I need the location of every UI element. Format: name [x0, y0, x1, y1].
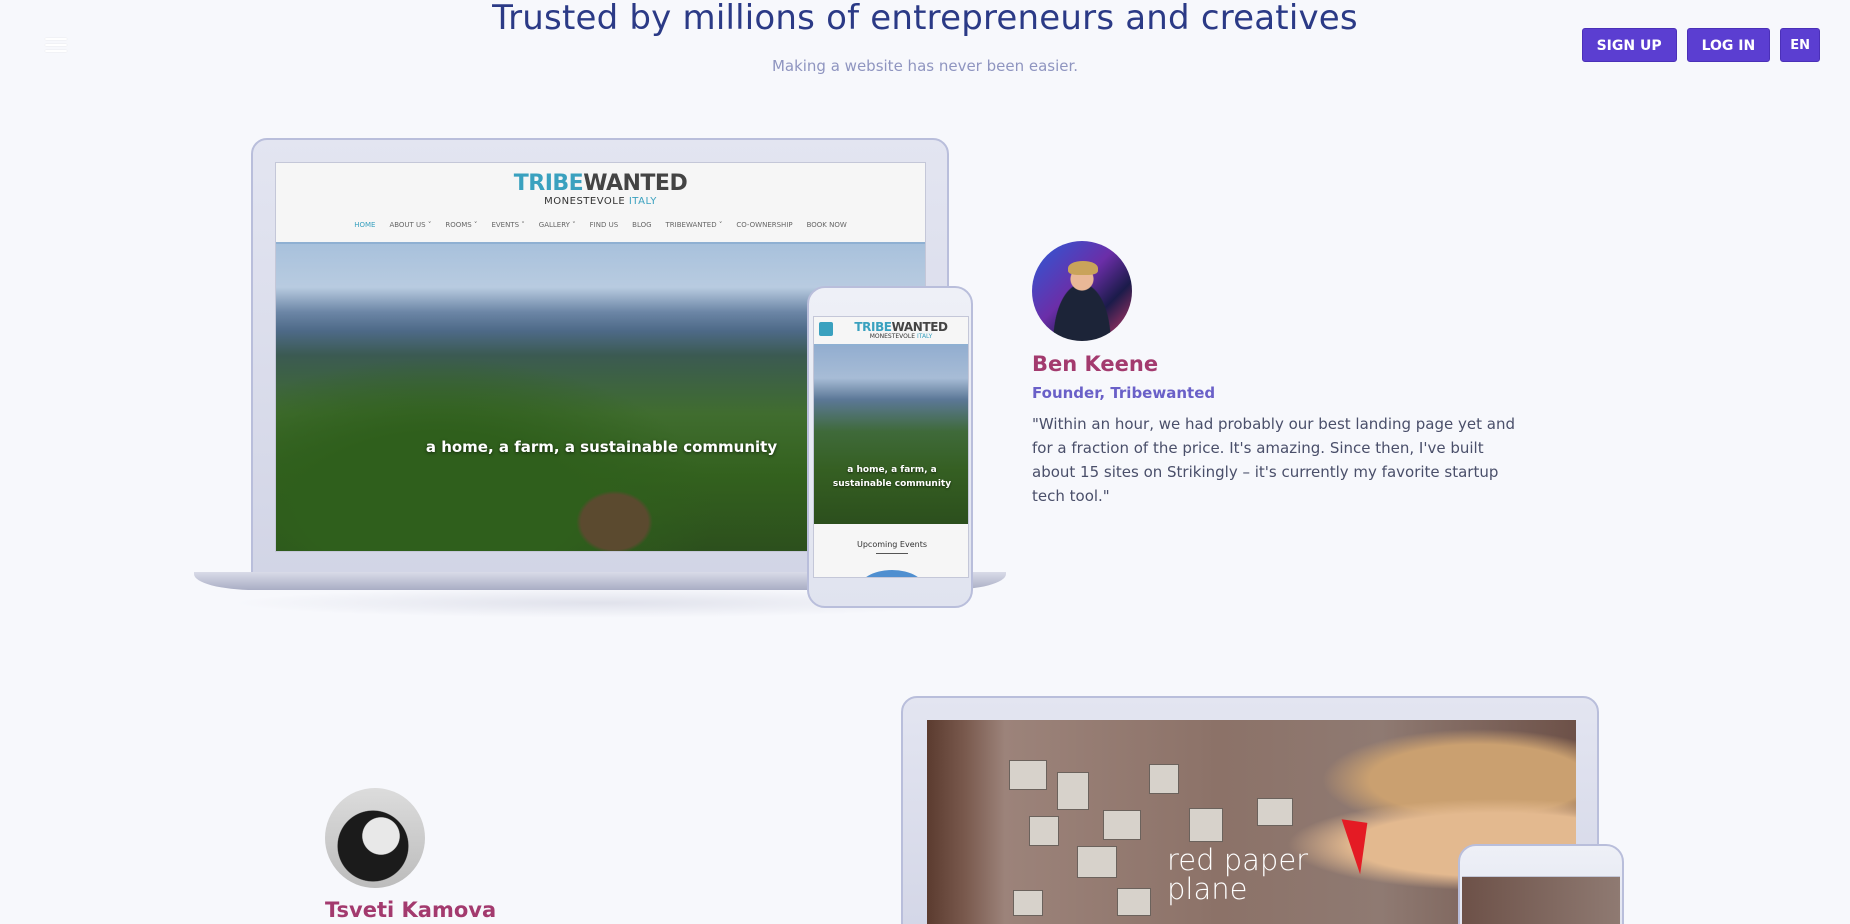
phone-screen	[1462, 876, 1620, 924]
mobile-hero-text: a home, a farm, a sustainable community	[832, 465, 952, 489]
site-nav: HOME ABOUT US ˅ ROOMS ˅ EVENTS ˅ GALLERY…	[276, 221, 925, 229]
mobile-circle-graphic	[858, 570, 926, 577]
signup-button[interactable]: SIGN UP	[1581, 28, 1677, 62]
site-nav-item: BOOK NOW	[806, 221, 847, 229]
avatar	[1032, 241, 1132, 341]
site-nav-item: TRIBEWANTED ˅	[665, 221, 723, 229]
site-logo-subtitle: MONESTEVOLE ITALY	[544, 196, 657, 207]
testimonial-role: Founder, Tribewanted	[1032, 384, 1216, 402]
site-nav-item: ABOUT US ˅	[389, 221, 432, 229]
testimonial-name: Tsveti Kamova	[325, 898, 497, 922]
phone-screen: TRIBEWANTED MONESTEVOLE ITALY a home, a …	[813, 316, 969, 578]
testimonial-name: Ben Keene	[1032, 352, 1159, 376]
site-brand-text: red paper plane	[1167, 843, 1309, 906]
site-nav-item: GALLERY ˅	[538, 221, 576, 229]
site-nav-item: HOME	[354, 221, 376, 229]
login-button[interactable]: LOG IN	[1686, 28, 1771, 62]
mobile-section-title: Upcoming Events	[856, 540, 928, 549]
phone-mockup	[1458, 844, 1624, 924]
page-subtitle: Making a website has never been easier.	[771, 57, 1079, 75]
site-nav-item: FIND US	[589, 221, 619, 229]
page-title: Trusted by millions of entrepreneurs and…	[492, 0, 1358, 38]
paper-plane-logo-icon	[1308, 815, 1368, 875]
site-nav-item: BLOG	[632, 221, 652, 229]
testimonial-quote: "Within an hour, we had probably our bes…	[1032, 415, 1515, 505]
avatar	[325, 788, 425, 888]
site-logo: TRIBEWANTED	[513, 171, 688, 196]
hamburger-menu-icon[interactable]	[45, 38, 67, 54]
mobile-menu-icon	[819, 322, 833, 336]
top-actions: SIGN UP LOG IN EN	[1581, 28, 1820, 62]
site-nav-item: CO-OWNERSHIP	[736, 221, 793, 229]
divider	[876, 553, 908, 554]
site-nav-item: EVENTS ˅	[491, 221, 525, 229]
mobile-logo-subtitle: MONESTEVOLE ITALY	[869, 333, 933, 340]
mobile-hero-image: a home, a farm, a sustainable community	[814, 344, 968, 524]
phone-mockup: TRIBEWANTED MONESTEVOLE ITALY a home, a …	[807, 286, 973, 608]
mobile-site-logo: TRIBEWANTED	[854, 320, 948, 334]
language-button[interactable]: EN	[1780, 28, 1820, 62]
site-nav-item: ROOMS ˅	[445, 221, 478, 229]
